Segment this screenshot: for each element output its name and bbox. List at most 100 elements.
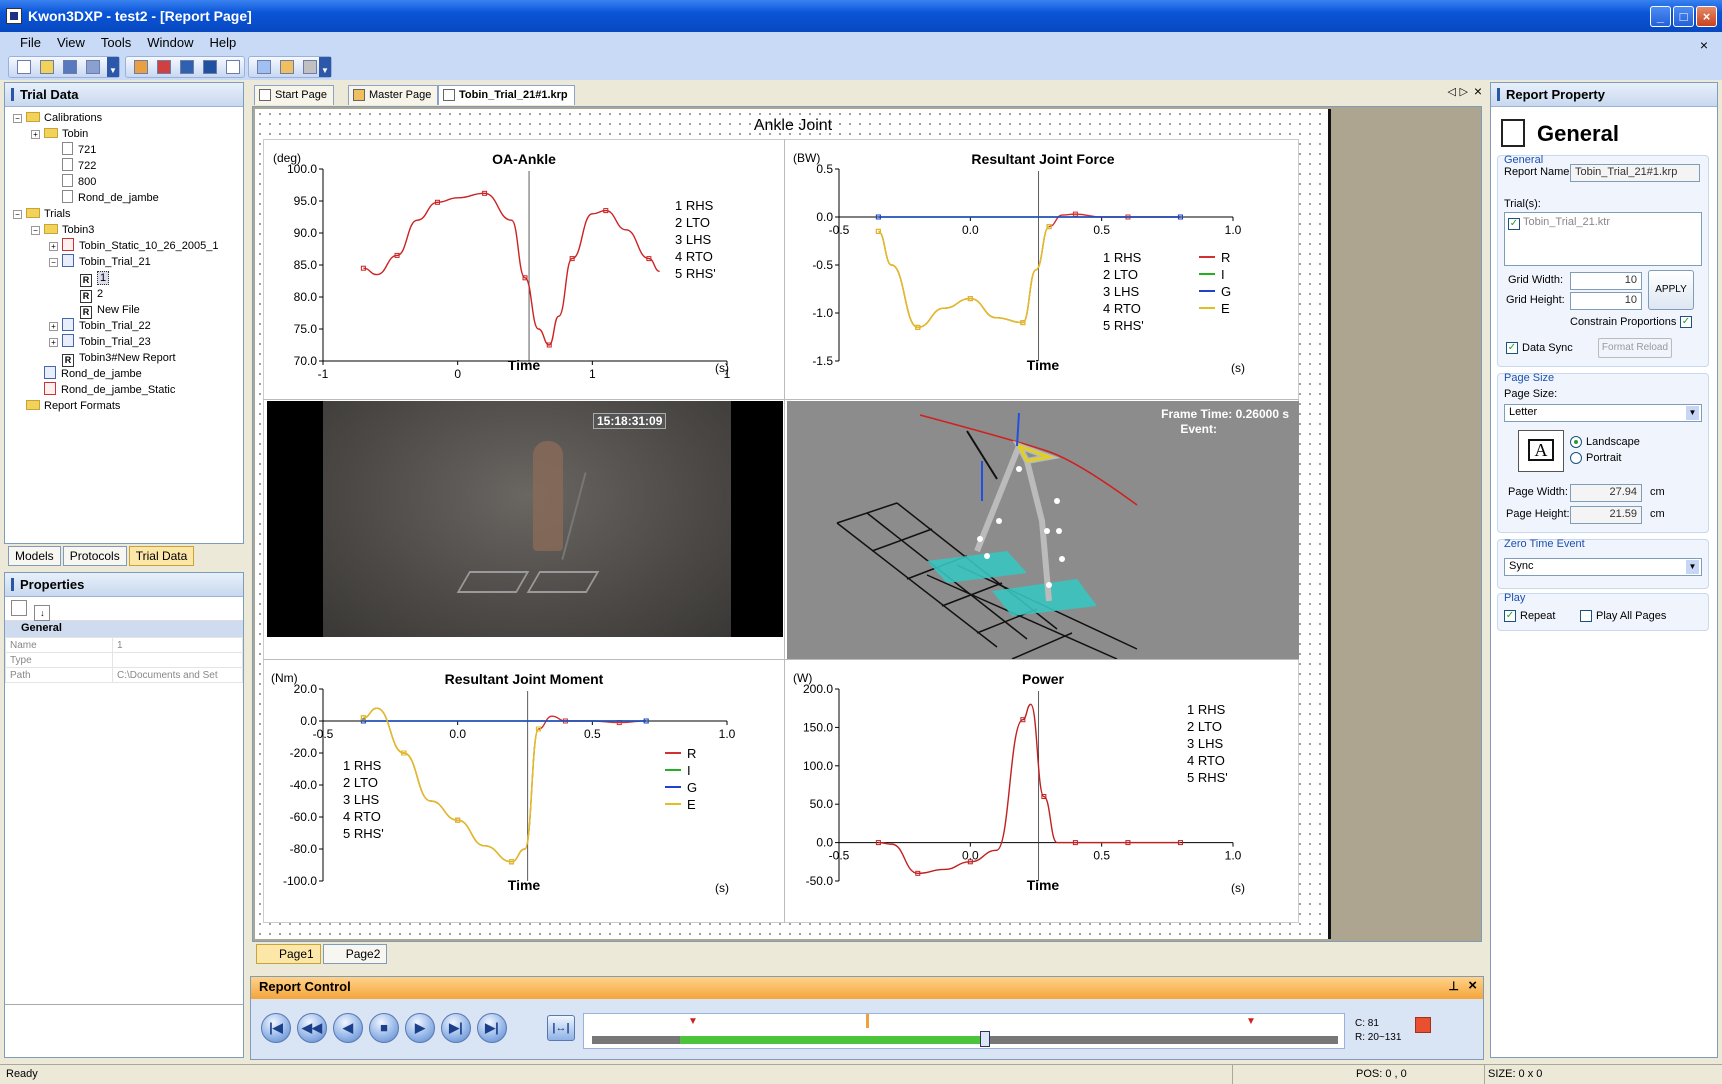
protocol-icon[interactable] [157,60,171,74]
tab-start-page[interactable]: Start Page [254,85,334,105]
tree-item[interactable]: + Tobin_Static_10_26_2005_1 [13,238,243,254]
tab-page2[interactable]: Page2 [322,944,388,964]
tree-item[interactable]: R1 [13,270,243,287]
constrain-checkbox[interactable]: ✓ [1680,316,1692,328]
open-icon[interactable] [40,60,54,74]
menu-view[interactable]: View [49,32,93,54]
data-sync-checkbox[interactable]: ✓ [1506,342,1518,354]
tree-item[interactable]: − Trials [13,206,243,222]
toolbar-dropdown-icon[interactable]: ▼ [107,57,119,77]
report-control-close-icon[interactable]: × [1468,977,1477,994]
pin-icon[interactable]: ⊥ [1449,979,1459,993]
table-row[interactable]: Path C:\Documents and Set [5,667,243,683]
master-icon[interactable] [280,60,294,74]
tab-trial-data[interactable]: Trial Data [128,546,195,566]
tab-master-page[interactable]: Master Page [348,85,439,105]
save-icon[interactable] [63,60,77,74]
repeat-checkbox[interactable]: ✓ [1504,610,1516,622]
fit-range-button[interactable]: |↔| [547,1015,575,1041]
close-button[interactable]: × [1696,6,1717,27]
new-icon[interactable] [17,60,31,74]
first-frame-button[interactable]: |◀ [261,1013,291,1043]
tab-models[interactable]: Models [8,546,61,566]
step-forward-button[interactable]: ▶| [441,1013,471,1043]
collapse-icon[interactable]: − [13,114,22,123]
tab-scroll-right-icon[interactable]: ▷ [1460,85,1468,98]
timeline-thumb[interactable] [980,1031,990,1047]
tree-item[interactable]: Rond_de_jambe_Static [13,382,243,398]
toolbar-dropdown-2-icon[interactable]: ▼ [319,57,331,77]
sort-az-icon[interactable]: ↓ [34,605,51,621]
tree-item[interactable]: + Tobin_Trial_23 [13,334,243,350]
format-reload-button[interactable]: Format Reload [1598,338,1672,358]
tab-page1[interactable]: Page1 [256,944,321,964]
collapse-icon[interactable]: − [49,258,58,267]
table-row[interactable]: Type [5,652,243,668]
report-name-field[interactable]: Tobin_Trial_21#1.krp [1570,164,1700,182]
range-start-marker[interactable]: ▼ [688,1016,698,1027]
minimize-button[interactable]: _ [1650,6,1671,27]
tree-item[interactable]: Report Formats [13,398,243,414]
tree-item[interactable]: Rond_de_jambe [13,190,243,206]
maximize-button[interactable]: □ [1673,6,1694,27]
last-frame-button[interactable]: ▶| [477,1013,507,1043]
grid-height-input[interactable]: 10 [1570,292,1642,310]
tree-item[interactable]: + Tobin [13,126,243,142]
tab-close-icon[interactable]: × [1474,83,1482,99]
menu-window[interactable]: Window [139,32,201,54]
step-back-button[interactable]: ◀ [333,1013,363,1043]
stop-button[interactable]: ■ [369,1013,399,1043]
table-row[interactable]: Name 1 [5,637,243,653]
tab-protocols[interactable]: Protocols [62,546,127,566]
trial-item[interactable]: Tobin_Trial_21.ktr [1523,216,1610,228]
expand-icon[interactable]: + [31,130,40,139]
tree-item[interactable]: + Tobin_Trial_22 [13,318,243,334]
timeline[interactable]: ▼ ▼ [583,1013,1345,1049]
tree-item[interactable]: − Calibrations [13,110,243,126]
camera-icon[interactable] [303,60,317,74]
tree-item[interactable]: 800 [13,174,243,190]
trials-list[interactable]: ✓ Tobin_Trial_21.ktr [1504,212,1702,266]
data-icon[interactable] [203,60,217,74]
page-size-select[interactable]: Letter ▼ [1504,404,1702,422]
collapse-icon[interactable]: − [13,210,22,219]
chevron-down-icon[interactable]: ▼ [1686,406,1699,420]
3d-skeleton-view[interactable]: Frame Time: 0.26000 s Event: [787,401,1299,659]
expand-icon[interactable]: + [49,338,58,347]
play-button[interactable]: ▶ [405,1013,435,1043]
categorized-icon[interactable] [11,600,27,616]
tree-item[interactable]: R Tobin3#New Report [13,350,243,367]
video-icon[interactable] [180,60,194,74]
tree-item[interactable]: − Tobin3 [13,222,243,238]
grid-width-input[interactable]: 10 [1570,272,1642,290]
tree-item[interactable]: R New File [13,302,243,319]
tab-scroll-left-icon[interactable]: ◁ [1448,85,1456,98]
portrait-radio[interactable] [1570,452,1582,464]
skeleton-icon[interactable] [257,60,271,74]
tree-item[interactable]: 721 [13,142,243,158]
video-view[interactable]: 15:18:31:09 [267,401,783,637]
report-icon[interactable] [226,60,240,74]
zero-time-select[interactable]: Sync ▼ [1504,558,1702,576]
tree-item[interactable]: 722 [13,158,243,174]
tree-item[interactable]: − Tobin_Trial_21 [13,254,243,270]
tab-report-file[interactable]: Tobin_Trial_21#1.krp [438,85,575,105]
menu-tools[interactable]: Tools [93,32,139,54]
save-all-icon[interactable] [86,60,100,74]
model-icon[interactable] [134,60,148,74]
menu-help[interactable]: Help [202,32,245,54]
tree-item[interactable]: Rond_de_jambe [13,366,243,382]
expand-icon[interactable]: + [49,242,58,251]
mdi-close-icon[interactable]: × [1692,34,1716,56]
collapse-icon[interactable]: − [31,226,40,235]
chevron-down-icon[interactable]: ▼ [1686,560,1699,574]
range-end-marker[interactable]: ▼ [1246,1016,1256,1027]
expand-icon[interactable]: + [49,322,58,331]
apply-button[interactable]: APPLY [1648,270,1694,310]
tree-item[interactable]: R2 [13,286,243,303]
prev-event-button[interactable]: ◀◀ [297,1013,327,1043]
trial-checkbox[interactable]: ✓ [1508,218,1520,230]
menu-file[interactable]: File [12,32,49,54]
play-all-checkbox[interactable] [1580,610,1592,622]
landscape-radio[interactable] [1570,436,1582,448]
